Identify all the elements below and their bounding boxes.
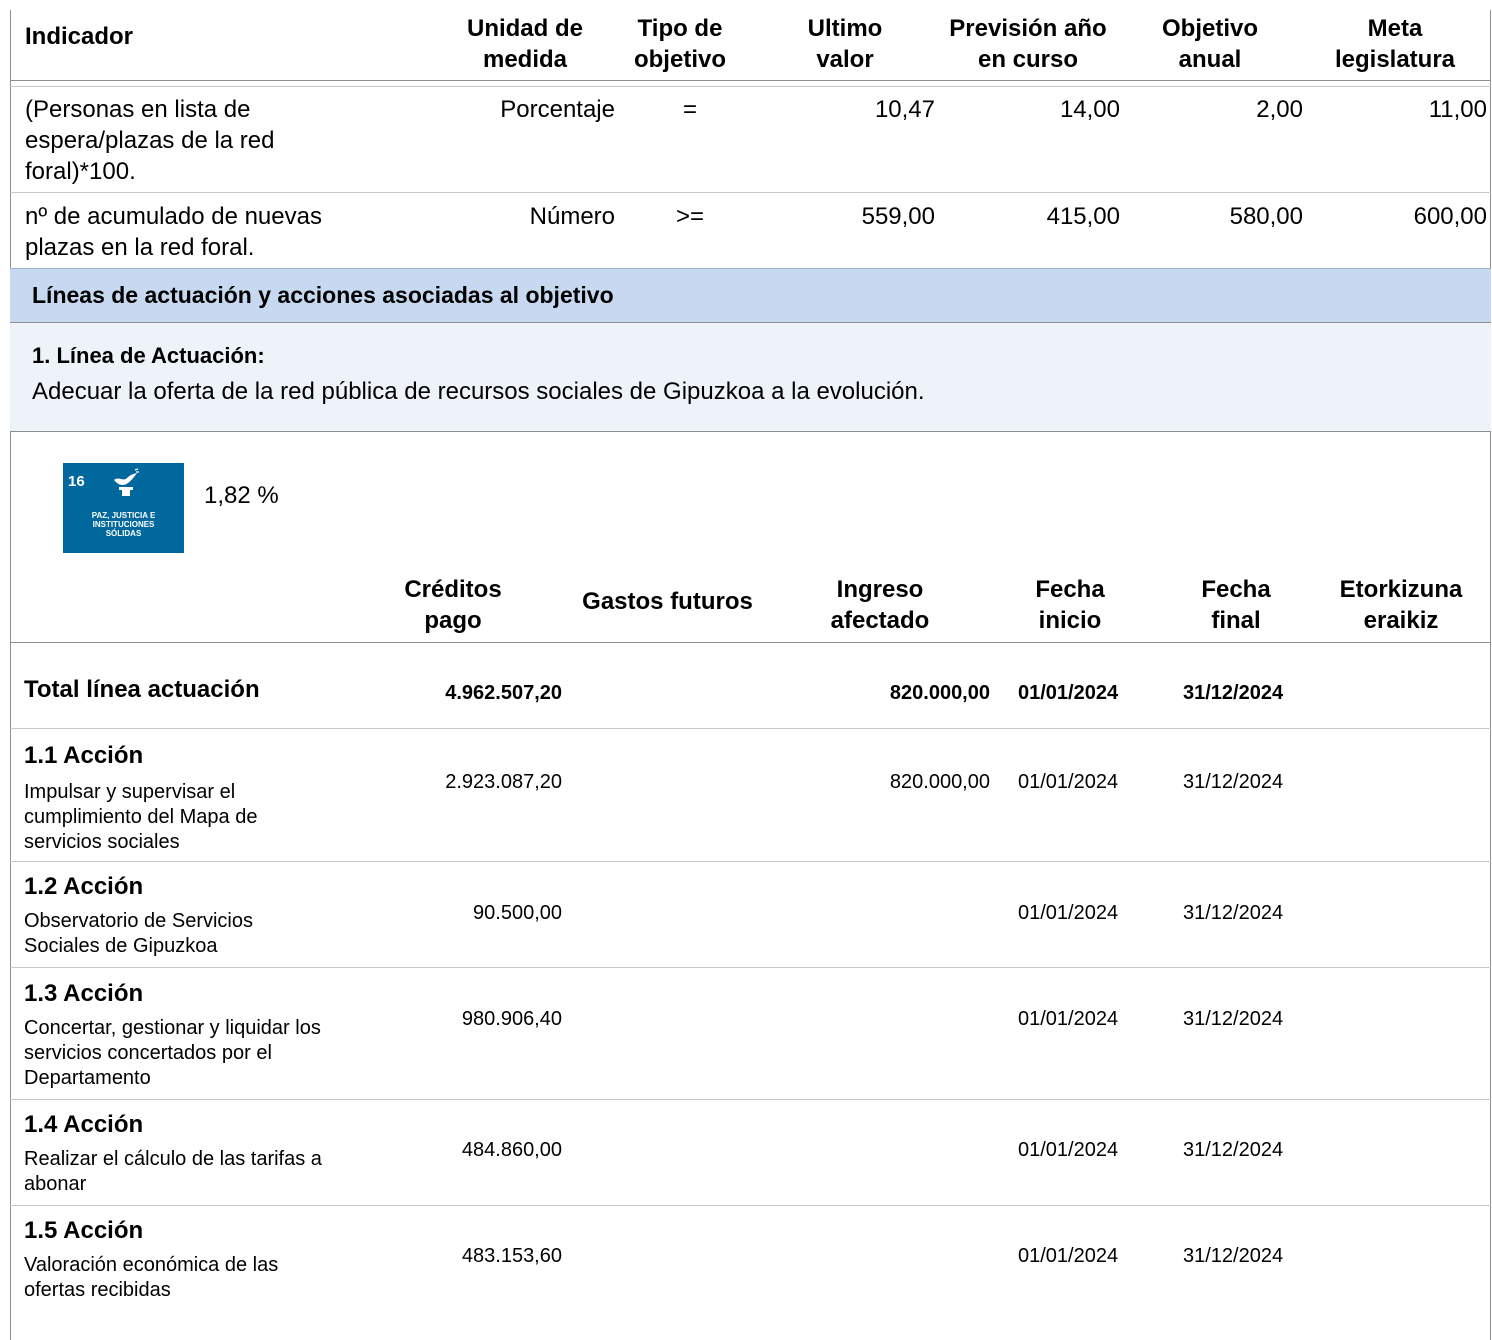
indicator-tipo: >= [675,203,705,230]
divider [10,1099,1491,1100]
divider [10,728,1491,729]
total-final: 31/12/2024 [1183,682,1284,704]
indicator-row: (Personas en lista de espera/plazas de l… [10,94,1491,190]
header-tipo: Tipo de objetivo [633,15,726,73]
indicator-prevision: 14,00 [1059,96,1120,123]
header-gastos: Gastos futuros [582,588,753,615]
header-meta: Meta legislatura [1334,15,1456,73]
header-ingreso: Ingreso afectado [830,576,930,634]
indicator-row: nº de acumulado de nuevas plazas en la r… [10,201,1491,265]
action-title: 1.2 Acción [24,873,144,900]
indicator-ultimo: 10,47 [874,96,935,123]
ods-percent: 1,82 % [204,482,279,509]
header-objetivo: Objetivo anual [1161,15,1258,73]
action-inicio: 01/01/2024 [1018,1139,1119,1161]
divider [10,192,1491,193]
action-description: Impulsar y supervisar el cumplimiento de… [24,781,258,853]
indicator-objetivo: 2,00 [1256,96,1303,123]
indicator-ultimo: 559,00 [861,203,935,230]
action-final: 31/12/2024 [1183,1139,1284,1161]
linea-description: Adecuar la oferta de la red pública de r… [32,378,925,405]
indicator-name: (Personas en lista de espera/plazas de l… [25,96,275,185]
total-inicio: 01/01/2024 [1018,682,1119,704]
divider [10,80,1491,81]
linea-actuacion-box: 1. Línea de Actuación: Adecuar la oferta… [10,323,1491,432]
header-etorkizuna: Etorkizuna eraikiz [1339,576,1463,634]
action-inicio: 01/01/2024 [1018,771,1119,793]
action-final: 31/12/2024 [1183,1008,1284,1030]
action-row: 1.5 Acción Valoración económica de las o… [10,1216,1491,1306]
action-row: 1.3 Acción Concertar, gestionar y liquid… [10,979,1491,1094]
linea-title: 1. Línea de Actuación: [32,343,265,368]
action-inicio: 01/01/2024 [1018,1008,1119,1030]
action-inicio: 01/01/2024 [1018,1245,1119,1267]
action-creditos: 483.153,60 [461,1245,562,1267]
divider [10,1205,1491,1206]
action-creditos: 980.906,40 [461,1008,562,1030]
indicators-header: Indicador Unidad de medida Tipo de objetiv… [10,10,1491,80]
total-creditos: 4.962.507,20 [445,682,562,704]
action-title: 1.3 Acción [24,980,144,1007]
action-description: Observatorio de Servicios Sociales de Gi… [24,910,253,957]
action-title: 1.5 Acción [24,1217,144,1244]
ods-label: PAZ, JUSTICIA E INSTITUCIONES SÓLIDAS [91,511,156,538]
action-creditos: 2.923.087,20 [445,771,562,793]
indicator-meta: 11,00 [1428,96,1487,123]
indicator-tipo: = [682,96,697,123]
total-label: Total línea actuación [24,676,260,703]
divider [10,642,1491,643]
indicator-unidad: Porcentaje [500,96,615,123]
total-ingreso: 820.000,00 [889,682,990,704]
header-indicador: Indicador [25,23,134,50]
action-description: Concertar, gestionar y liquidar los serv… [24,1017,321,1089]
header-fecha-inicio: Fecha inicio [1035,576,1105,634]
section-band: Líneas de actuación y acciones asociadas… [10,268,1491,323]
action-creditos: 484.860,00 [461,1139,562,1161]
indicator-unidad: Número [529,203,615,230]
action-title: 1.1 Acción [24,742,144,769]
indicator-objetivo: 580,00 [1229,203,1303,230]
divider [10,861,1491,862]
action-description: Realizar el cálculo de las tarifas a abo… [24,1148,322,1195]
indicator-name: nº de acumulado de nuevas plazas en la r… [25,203,322,261]
action-final: 31/12/2024 [1183,1245,1284,1267]
header-ultimo: Ultimo valor [807,15,883,73]
divider [10,967,1491,968]
action-row: 1.2 Acción Observatorio de Servicios Soc… [10,872,1491,962]
total-row: Total línea actuación 4.962.507,20 820.0… [10,670,1491,715]
action-title: 1.4 Acción [24,1111,144,1138]
action-row: 1.1 Acción Impulsar y supervisar el cump… [10,741,1491,856]
indicator-meta: 600,00 [1413,203,1487,230]
header-fecha-final: Fecha final [1201,576,1271,634]
header-prevision: Previsión año en curso [949,15,1107,73]
header-unidad: Unidad de medida [466,15,583,73]
ods-16-badge: 16 PAZ, JUSTICIA E INSTITUCIONES SÓLIDAS [63,463,184,553]
action-final: 31/12/2024 [1183,902,1284,924]
section-band-title: Líneas de actuación y acciones asociadas… [32,282,614,308]
action-ingreso: 820.000,00 [889,771,990,793]
divider [10,86,1491,87]
ods-number: 16 [68,473,85,490]
dove-gavel-icon [114,468,139,496]
action-row: 1.4 Acción Realizar el cálculo de las ta… [10,1110,1491,1200]
action-final: 31/12/2024 [1183,771,1284,793]
action-inicio: 01/01/2024 [1018,902,1119,924]
action-creditos: 90.500,00 [473,902,562,924]
header-creditos: Créditos pago [404,576,502,634]
action-description: Valoración económica de las ofertas reci… [24,1254,279,1301]
indicator-prevision: 415,00 [1046,203,1120,230]
